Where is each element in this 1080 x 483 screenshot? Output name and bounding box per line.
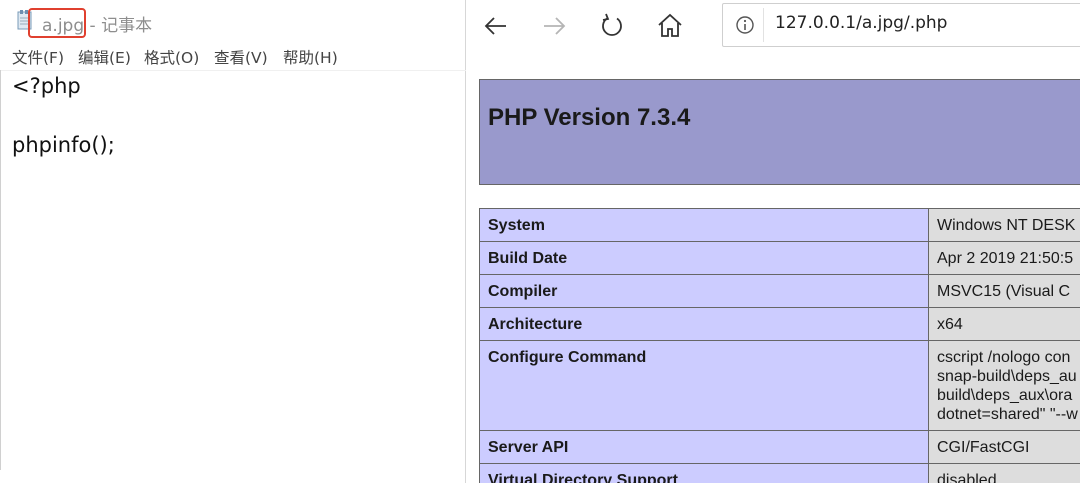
menu-help[interactable]: 帮助(H) [283, 46, 338, 68]
notepad-edge [0, 70, 1, 470]
table-row: Architecture x64 [479, 307, 1080, 341]
row-value: Windows NT DESK [928, 208, 1080, 242]
row-value: Apr 2 2019 21:50:5 [928, 241, 1080, 275]
table-row: Server API CGI/FastCGI [479, 430, 1080, 464]
row-value: MSVC15 (Visual C [928, 274, 1080, 308]
notepad-window: a.jpg - 记事本 文件(F) 编辑(E) 格式(O) 查看(V) 帮助(H… [0, 0, 466, 483]
menu-format[interactable]: 格式(O) [144, 46, 199, 68]
row-value: cscript /nologo con snap-build\deps_au b… [928, 340, 1080, 431]
code-line: <?php [12, 74, 81, 98]
home-icon[interactable] [654, 10, 686, 42]
notepad-title: a.jpg - 记事本 [42, 11, 152, 36]
address-divider [763, 8, 764, 42]
table-row: System Windows NT DESK [479, 208, 1080, 242]
notepad-app-name: - 记事本 [84, 16, 153, 36]
url-text[interactable]: 127.0.0.1/a.jpg/.php [775, 13, 947, 33]
phpinfo-page: PHP Version 7.3.4 System Windows NT DESK… [466, 52, 1080, 483]
menu-edit[interactable]: 编辑(E) [78, 46, 131, 68]
table-row: Compiler MSVC15 (Visual C [479, 274, 1080, 308]
menu-file[interactable]: 文件(F) [12, 46, 64, 68]
php-header-banner: PHP Version 7.3.4 [479, 79, 1080, 185]
row-key: Virtual Directory Support [479, 463, 929, 483]
refresh-icon[interactable] [596, 10, 628, 42]
back-icon[interactable] [480, 10, 512, 42]
address-bar[interactable]: 127.0.0.1/a.jpg/.php [722, 3, 1080, 47]
notepad-title-bar: a.jpg - 记事本 [0, 0, 466, 42]
row-value: x64 [928, 307, 1080, 341]
info-icon[interactable] [735, 15, 755, 35]
row-key: Compiler [479, 274, 929, 308]
notepad-menu-bar: 文件(F) 编辑(E) 格式(O) 查看(V) 帮助(H) [0, 42, 466, 71]
menu-view[interactable]: 查看(V) [214, 46, 268, 68]
table-row: Build Date Apr 2 2019 21:50:5 [479, 241, 1080, 275]
php-version-title: PHP Version 7.3.4 [488, 104, 691, 131]
table-row: Virtual Directory Support disabled [479, 463, 1080, 483]
table-row: Configure Command cscript /nologo con sn… [479, 340, 1080, 431]
browser-toolbar: 127.0.0.1/a.jpg/.php [466, 0, 1080, 53]
code-line: phpinfo(); [12, 133, 115, 157]
row-key: Architecture [479, 307, 929, 341]
row-value: disabled [928, 463, 1080, 483]
notepad-filename: a.jpg [42, 16, 85, 36]
forward-icon[interactable] [538, 10, 570, 42]
row-key: Configure Command [479, 340, 929, 431]
row-key: Build Date [479, 241, 929, 275]
row-value: CGI/FastCGI [928, 430, 1080, 464]
php-info-table: System Windows NT DESK Build Date Apr 2 … [479, 208, 1080, 483]
row-key: Server API [479, 430, 929, 464]
row-key: System [479, 208, 929, 242]
browser-window: 127.0.0.1/a.jpg/.php PHP Version 7.3.4 S… [466, 0, 1080, 483]
notepad-text-area[interactable]: <?php phpinfo(); [12, 72, 458, 472]
